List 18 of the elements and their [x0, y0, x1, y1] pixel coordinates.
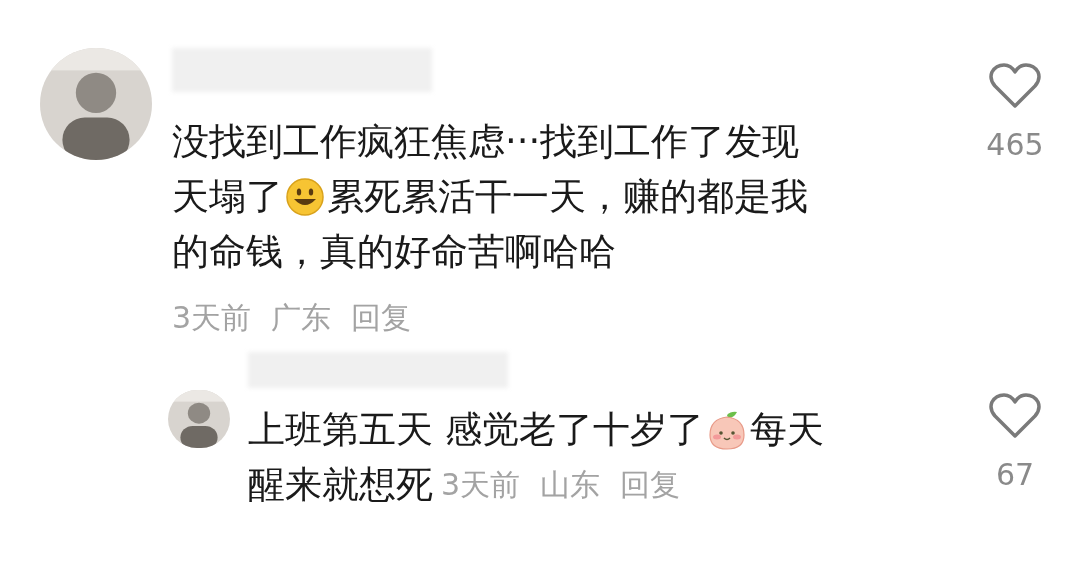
- comment-time: 3天前: [172, 299, 252, 337]
- comment-text: 天塌了: [172, 174, 283, 220]
- comment-location: 广东: [271, 299, 332, 337]
- comment-text: 的命钱，真的好命苦啊哈哈: [172, 229, 616, 275]
- comment-text: 醒来就想死: [248, 462, 433, 508]
- comment-text: 累死累活干一天，赚的都是我: [327, 174, 808, 220]
- comment-text: 没找到工作疯狂焦虑···找到工作了发现: [172, 119, 800, 165]
- reply-link[interactable]: 回复: [351, 295, 412, 340]
- like-count: 67: [995, 456, 1035, 494]
- comment-text: 上班第五天 感觉老了十岁了: [248, 407, 704, 453]
- grinning-face-icon: [285, 176, 325, 217]
- heart-icon[interactable]: [988, 62, 1042, 110]
- comment-location: 山东: [540, 466, 601, 504]
- comment-time: 3天前: [441, 466, 521, 504]
- comment-text: 每天: [749, 407, 824, 453]
- heart-icon[interactable]: [988, 392, 1042, 440]
- like-count: 465: [986, 126, 1044, 164]
- reply-link[interactable]: 回复: [620, 457, 681, 512]
